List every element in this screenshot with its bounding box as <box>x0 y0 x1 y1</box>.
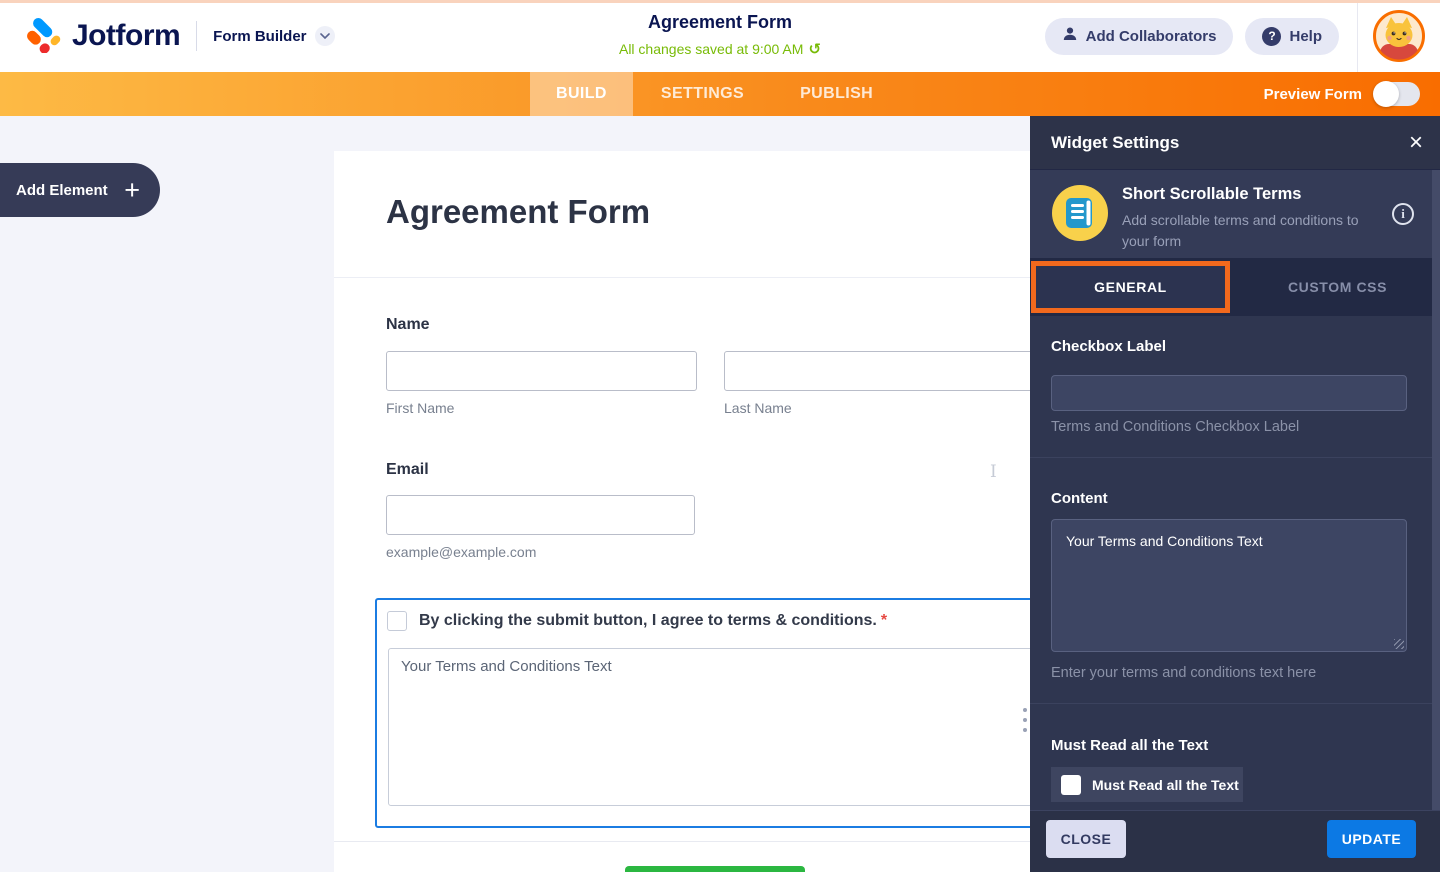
terms-widget-selected[interactable]: By clicking the submit button, I agree t… <box>375 598 1064 828</box>
submit-divider <box>334 841 1060 842</box>
app-header: Jotform Form Builder Agreement Form All … <box>0 0 1440 72</box>
header-left: Jotform Form Builder <box>24 0 335 72</box>
builder-nav-bar: BUILD SETTINGS PUBLISH Preview Form <box>0 72 1440 116</box>
content-textarea[interactable]: Your Terms and Conditions Text <box>1051 519 1407 652</box>
widget-description: Add scrollable terms and conditions to y… <box>1122 212 1359 249</box>
name-field-label[interactable]: Name <box>386 316 430 334</box>
person-icon <box>1062 26 1078 46</box>
jotform-logo[interactable]: Jotform <box>24 15 181 58</box>
question-mark-icon: ? <box>1262 26 1282 46</box>
header-divider <box>196 21 198 51</box>
jotform-logo-icon <box>24 15 62 58</box>
terms-scroll-box[interactable]: Your Terms and Conditions Text <box>388 648 1052 806</box>
widget-info-row: Short Scrollable Terms Add scrollable te… <box>1030 170 1440 258</box>
preview-form-control: Preview Form <box>1264 72 1420 116</box>
must-read-row: Must Read all the Text <box>1051 767 1243 802</box>
info-icon[interactable]: i <box>1392 203 1414 225</box>
autosave-status: All changes saved at 9:00 AM ↺ <box>619 40 821 58</box>
product-switcher[interactable]: Form Builder <box>213 26 335 46</box>
toggle-knob <box>1373 81 1399 107</box>
widget-settings-panel: Widget Settings × Short Scrollable Terms… <box>1030 116 1440 872</box>
widget-drag-handle[interactable] <box>1023 708 1027 732</box>
avatar-zone <box>1357 0 1440 72</box>
panel-header: Widget Settings × <box>1030 116 1440 170</box>
panel-scrollbar[interactable] <box>1432 170 1440 810</box>
content-heading: Content <box>1051 490 1108 507</box>
tab-publish[interactable]: PUBLISH <box>772 72 901 116</box>
text-cursor-ibeam: I <box>990 462 997 482</box>
checkbox-label-hint: Terms and Conditions Checkbox Label <box>1051 419 1300 435</box>
add-collaborators-button[interactable]: Add Collaborators <box>1044 17 1234 55</box>
must-read-checkbox[interactable] <box>1061 774 1081 795</box>
scrollable-terms-widget-icon <box>1052 185 1108 246</box>
add-element-label: Add Element <box>16 181 108 199</box>
canvas-form-heading[interactable]: Agreement Form <box>386 193 650 231</box>
email-field-label[interactable]: Email <box>386 461 429 479</box>
tab-settings[interactable]: SETTINGS <box>633 72 772 116</box>
add-element-button[interactable]: Add Element + <box>0 163 160 217</box>
close-button[interactable]: CLOSE <box>1046 820 1126 858</box>
panel-title: Widget Settings <box>1051 132 1180 152</box>
form-builder-screen: Jotform Form Builder Agreement Form All … <box>0 0 1440 872</box>
checkbox-label-heading: Checkbox Label <box>1051 338 1167 355</box>
panel-tab-row: GENERAL CUSTOM CSS <box>1030 258 1440 316</box>
form-canvas: Agreement Form Name First Name Last Name… <box>334 151 1064 872</box>
close-icon[interactable]: × <box>1409 130 1423 155</box>
email-sublabel: example@example.com <box>386 544 537 560</box>
form-title[interactable]: Agreement Form <box>619 12 821 33</box>
must-read-heading: Must Read all the Text <box>1051 737 1209 754</box>
help-label: Help <box>1289 27 1322 45</box>
required-asterisk: * <box>880 612 888 629</box>
heading-divider <box>334 277 1060 278</box>
header-center: Agreement Form All changes saved at 9:00… <box>619 12 821 58</box>
avatar[interactable] <box>1373 10 1425 62</box>
widget-name: Short Scrollable Terms <box>1122 185 1302 203</box>
preview-form-toggle[interactable] <box>1373 81 1420 107</box>
revision-history-icon[interactable]: ↺ <box>808 40 821 58</box>
add-collaborators-label: Add Collaborators <box>1085 27 1217 45</box>
textarea-resize-grip[interactable] <box>1394 639 1404 649</box>
submit-button-partial[interactable] <box>625 866 805 872</box>
agreement-checkbox[interactable] <box>387 611 407 631</box>
brand-name: Jotform <box>72 19 181 52</box>
panel-tab-general[interactable]: GENERAL <box>1031 261 1230 313</box>
panel-divider-1 <box>1030 457 1440 458</box>
autosave-text: All changes saved at 9:00 AM <box>618 41 804 57</box>
agreement-label-text: By clicking the submit button, I agree t… <box>419 612 877 629</box>
agreement-label: By clicking the submit button, I agree t… <box>419 612 887 630</box>
update-button[interactable]: UPDATE <box>1327 820 1416 858</box>
first-name-input[interactable] <box>386 351 697 391</box>
chevron-down-icon <box>314 26 335 46</box>
first-name-sublabel: First Name <box>386 400 455 416</box>
builder-tabs: BUILD SETTINGS PUBLISH <box>530 72 901 116</box>
help-button[interactable]: ? Help <box>1245 17 1339 55</box>
checkbox-label-input[interactable] <box>1051 375 1407 411</box>
last-name-sublabel: Last Name <box>724 400 792 416</box>
email-input[interactable] <box>386 495 695 535</box>
panel-divider-2 <box>1030 703 1440 704</box>
must-read-checkbox-label: Must Read all the Text <box>1092 776 1239 793</box>
top-edge-strip <box>0 0 1440 3</box>
tab-build[interactable]: BUILD <box>530 72 633 116</box>
builder-main: Add Element + Agreement Form Name First … <box>0 116 1440 872</box>
panel-footer: CLOSE UPDATE <box>1030 810 1440 872</box>
product-name: Form Builder <box>213 27 307 45</box>
preview-form-label: Preview Form <box>1263 85 1362 103</box>
plus-icon: + <box>124 174 140 205</box>
content-hint: Enter your terms and conditions text her… <box>1051 665 1317 681</box>
last-name-input[interactable] <box>724 351 1060 391</box>
panel-tab-custom-css[interactable]: CUSTOM CSS <box>1235 258 1440 316</box>
header-right: Add Collaborators ? Help <box>1044 0 1440 72</box>
